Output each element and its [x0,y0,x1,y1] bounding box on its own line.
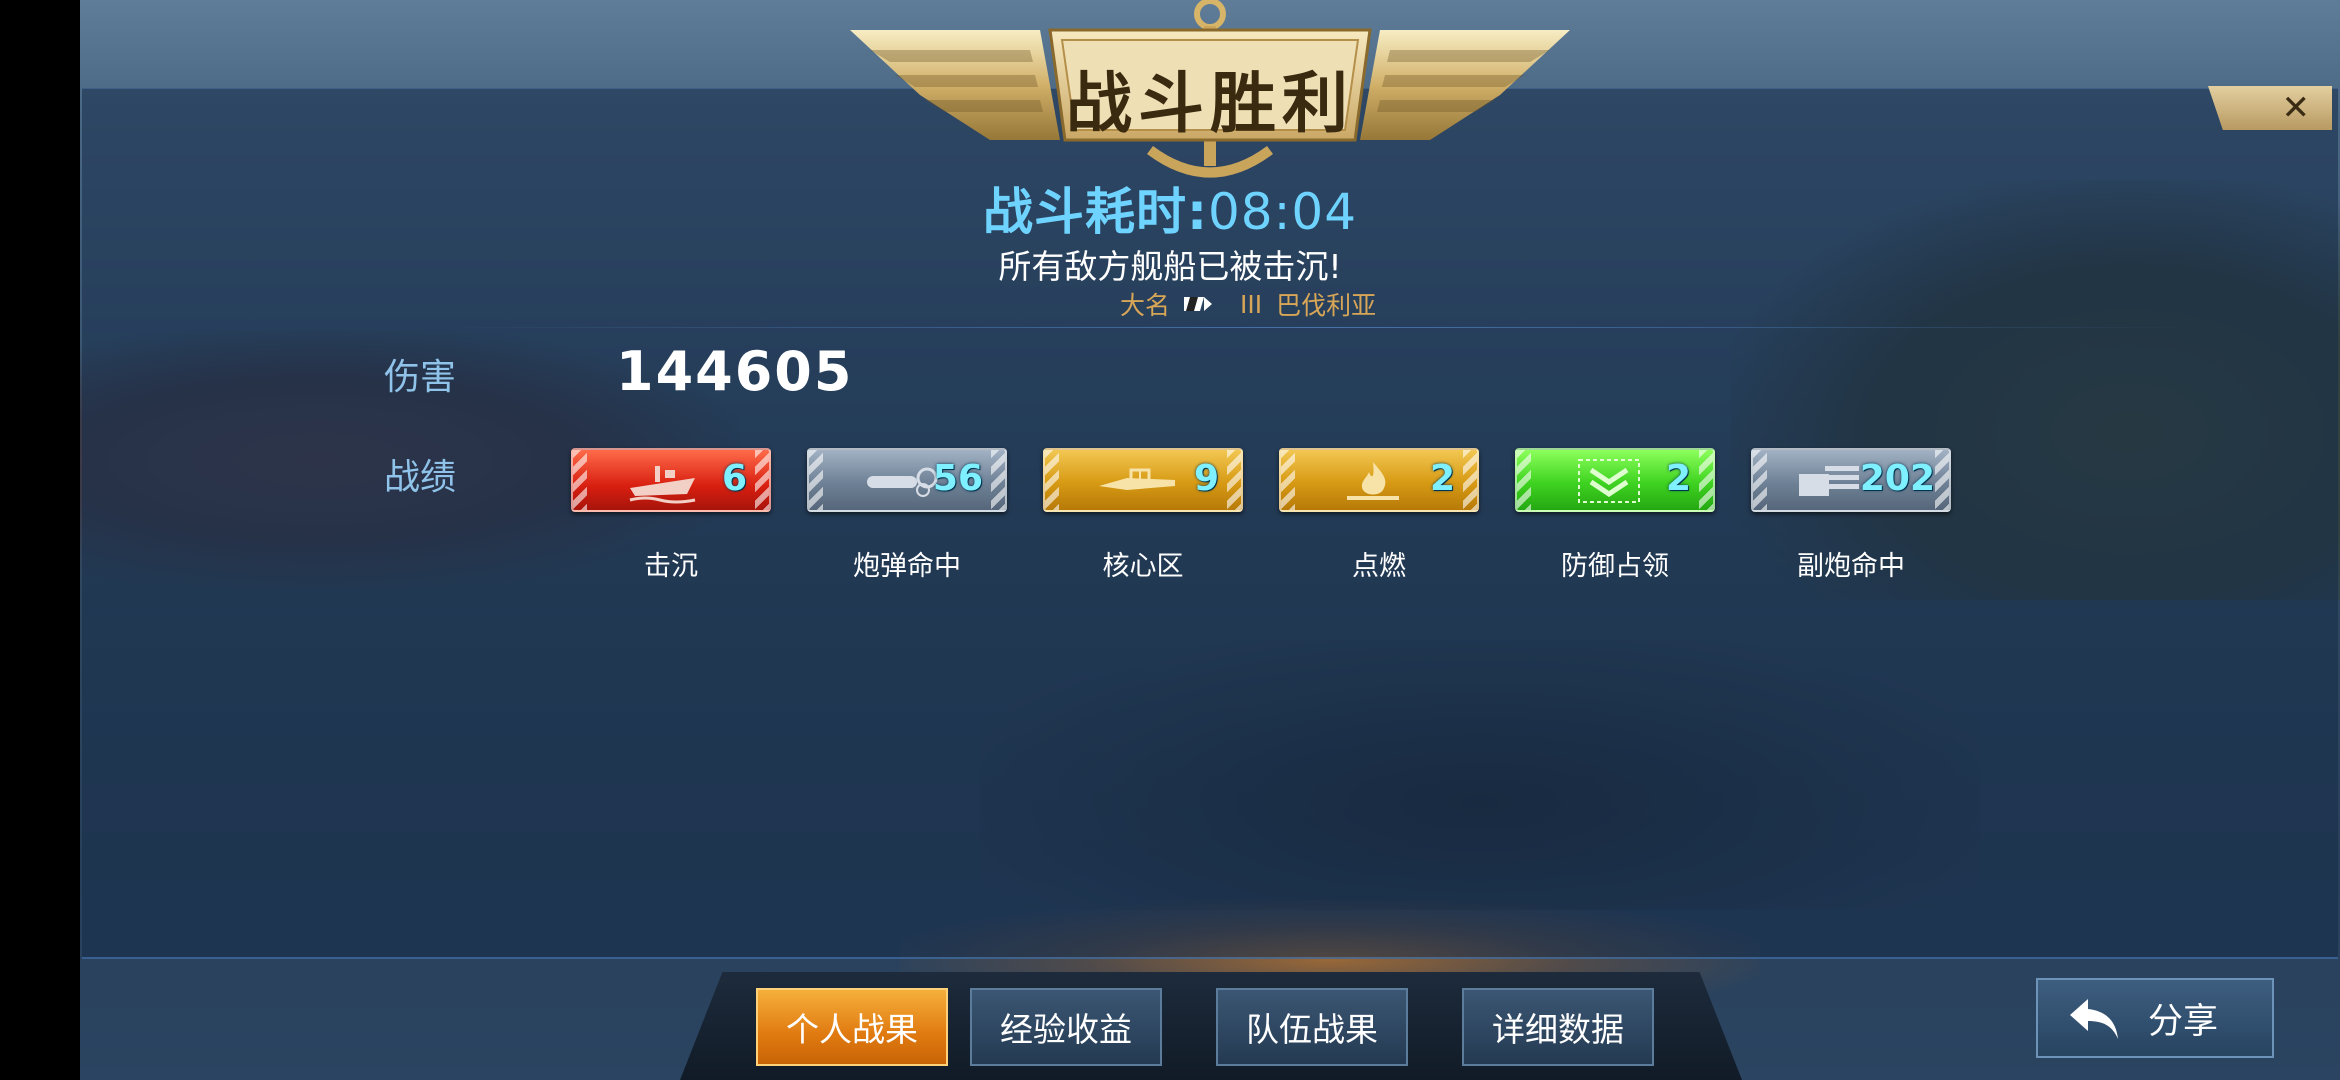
tab-personal-results[interactable]: 个人战果 [756,988,948,1066]
badge-caption: 副炮命中 [1797,551,1905,582]
player-info: 大名 III 巴伐利亚 [1120,288,1377,321]
duration-label: 战斗耗时: [982,183,1208,241]
record-label: 战绩 [384,457,457,498]
close-icon: ✕ [2281,88,2311,128]
badge-fire[interactable]: 2 [1279,448,1479,512]
secondary-battery-icon [1799,466,1859,496]
badge-value: 6 [721,458,747,499]
close-button[interactable]: ✕ [2208,86,2332,130]
capture-defense-icon [1578,459,1640,503]
badge-value: 2 [1429,458,1455,499]
screen-edge-bar [0,0,80,1080]
badge-caption: 防御占领 [1561,551,1669,582]
badge-value: 9 [1193,458,1219,499]
sinking-ship-icon [629,466,696,504]
ship-name: 巴伐利亚 [1276,291,1377,320]
ship-tier: III [1240,289,1263,319]
badge-shell-hit[interactable]: 56 [807,448,1007,512]
duration-value: 08:04 [1207,183,1358,241]
fire-icon [1347,462,1399,500]
tab-detailed-data[interactable]: 详细数据 [1462,988,1654,1066]
badge-caption: 核心区 [1102,551,1184,582]
badge-caption: 炮弹命中 [853,551,961,582]
share-label: 分享 [2148,1001,2219,1042]
nation-flag-icon [1184,297,1213,311]
damage-value: 144605 [616,340,854,403]
tab-experience[interactable]: 经验收益 [970,988,1162,1066]
shell-hit-icon [867,467,938,497]
badge-secondary-hit[interactable]: 202 [1751,448,1951,512]
result-message: 所有敌方舰船已被击沉! [998,247,1342,286]
damage-label: 伤害 [384,357,457,398]
victory-title: 战斗胜利 [1066,65,1354,142]
tab-team-results[interactable]: 队伍战果 [1216,988,1408,1066]
badge-capture-defense[interactable]: 2 [1515,448,1715,512]
citadel-icon [1099,468,1175,490]
back-arrow-icon [2070,999,2118,1039]
badge-caption: 击沉 [644,551,698,582]
share-button[interactable]: 分享 [2036,978,2274,1058]
battle-duration: 战斗耗时: 08:04 [0,172,2340,244]
badge-value: 56 [932,458,983,499]
badge-value: 2 [1665,458,1691,499]
badge-caption: 点燃 [1352,551,1406,582]
badge-value: 202 [1859,458,1935,499]
badge-citadel[interactable]: 9 [1043,448,1243,512]
header-divider [440,327,2200,328]
player-name: 大名 [1120,291,1171,320]
badge-sink[interactable]: 6 [571,448,771,512]
